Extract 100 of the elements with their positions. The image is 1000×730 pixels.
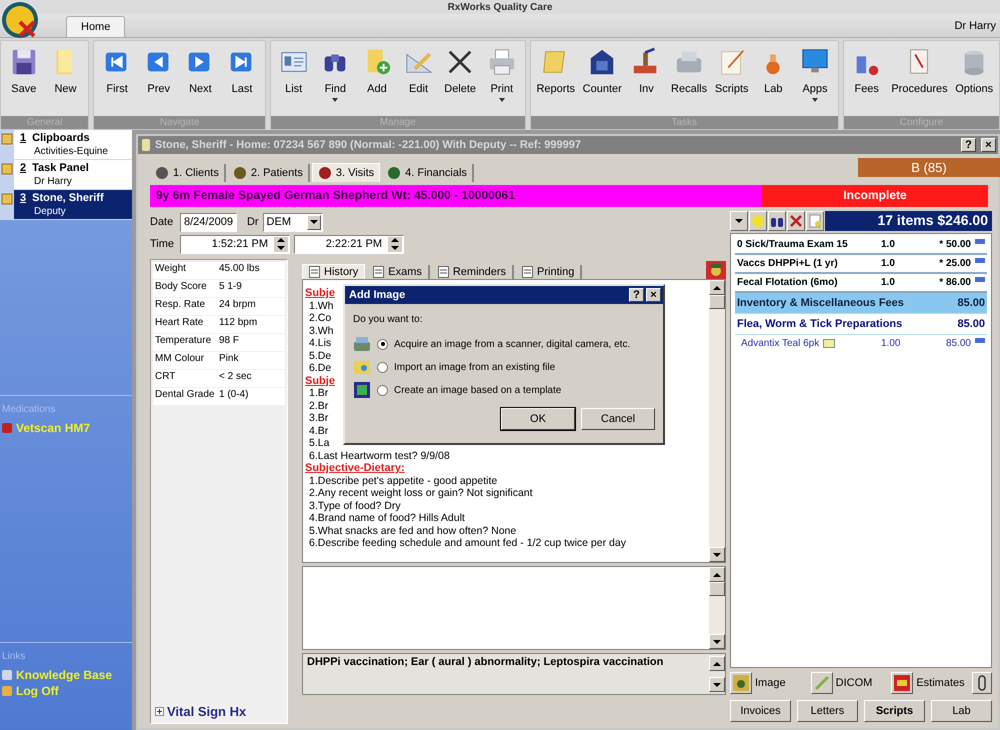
date-label: Date — [150, 216, 174, 228]
caret-icon[interactable] — [498, 98, 505, 102]
scroll-bar[interactable] — [709, 654, 725, 694]
ribbon-button-label[interactable]: Fees — [854, 83, 879, 95]
ribbon-button-label[interactable]: Procedures — [891, 83, 948, 95]
radio-button[interactable] — [377, 362, 388, 372]
tool-button[interactable] — [730, 672, 752, 694]
ribbon-button-label[interactable]: Inv — [639, 83, 654, 95]
action-button[interactable]: Letters — [797, 700, 858, 722]
option-label[interactable]: Acquire an image from a scanner, digital camera, etc. — [394, 338, 630, 350]
tab[interactable]: History — [302, 264, 366, 279]
dialog-prompt: Do you want to: — [352, 313, 424, 327]
ribbon-button-label[interactable]: Add — [367, 83, 387, 95]
close-button[interactable]: × — [646, 288, 661, 302]
vital-history-link[interactable]: Vital Sign Hx — [167, 704, 246, 719]
action-button[interactable]: Invoices — [730, 700, 791, 722]
date-field[interactable]: 8/24/2009 — [180, 212, 237, 232]
vital-label: Body Score — [155, 281, 208, 292]
action-button[interactable]: Lab — [931, 700, 992, 722]
ribbon-button-label[interactable]: Reports — [536, 83, 576, 95]
tool-button-label[interactable]: Image — [755, 677, 786, 689]
close-button[interactable]: × — [981, 138, 996, 152]
ribbon-button-label[interactable]: Last — [232, 83, 252, 95]
invoice-row[interactable]: Vaccs DHPPi+L (1 yr) 1.0 * 25.00 — [735, 255, 987, 274]
caret-icon[interactable] — [332, 98, 338, 102]
item-subtitle: Dr Harry — [33, 176, 73, 187]
ribbon-button-label[interactable]: Recalls — [671, 83, 708, 95]
text-line: 2.Br — [309, 400, 328, 412]
invoice-row[interactable]: Advantix Teal 6pk 1.00 85.00 — [735, 335, 987, 352]
tab[interactable]: 1. Clients — [150, 164, 226, 182]
sidebar-item[interactable]: 1 Clipboards Activities-Equine — [0, 130, 132, 160]
vital-value: < 2 sec — [219, 371, 253, 382]
score-badge: B (85) — [858, 158, 1000, 177]
radio-button[interactable] — [377, 384, 388, 396]
camera-flash-icon[interactable] — [706, 261, 726, 279]
tool-button-label[interactable]: DICOM — [836, 677, 872, 689]
item-title: Stone, Sheriff — [32, 192, 104, 204]
ribbon-button-label[interactable]: Save — [11, 83, 36, 95]
scanner-icon — [353, 335, 371, 353]
ribbon-button-label[interactable]: Counter — [582, 83, 622, 95]
paperclip-icon — [978, 675, 986, 691]
ribbon-button-label[interactable]: Find — [324, 83, 346, 95]
tool-button[interactable] — [810, 672, 833, 694]
document-icon[interactable] — [808, 214, 822, 228]
ribbon-button-label[interactable]: Edit — [409, 83, 428, 95]
action-button[interactable]: Scripts — [864, 700, 925, 722]
help-button[interactable]: ? — [629, 288, 644, 302]
option-label[interactable]: Create an image based on a template — [394, 384, 562, 396]
time-field[interactable]: 1:52:21 PM — [180, 234, 290, 254]
ribbon-button-label[interactable]: Next — [189, 83, 212, 95]
ribbon-button-label[interactable]: Scripts — [714, 83, 749, 95]
dialog-button[interactable]: Cancel — [581, 408, 655, 430]
invoice-row[interactable]: 0 Sick/Trauma Exam 15 1.0 * 50.00 — [735, 236, 987, 255]
scroll-bar[interactable] — [709, 280, 725, 562]
ribbon-button-label[interactable]: Lab — [764, 83, 783, 95]
ribbon-button-label[interactable]: List — [285, 83, 302, 95]
vital-label: Weight — [155, 263, 187, 274]
option-label[interactable]: Import an image from an existing file — [394, 362, 556, 372]
item-number: 2 — [20, 162, 26, 174]
dialog-button[interactable]: OK — [501, 408, 575, 430]
invoice-row[interactable]: Flea, Worm & Tick Preparations 85.00 — [735, 314, 987, 335]
caret-icon[interactable] — [812, 98, 818, 102]
help-button[interactable]: ? — [961, 138, 976, 152]
vital-value: 45.00 lbs — [219, 263, 261, 274]
text-line: 1.Wh — [309, 300, 334, 312]
pen-icon — [814, 675, 830, 691]
card-icon — [823, 339, 836, 348]
ribbon-button-label[interactable]: Print — [490, 83, 514, 95]
ribbon-tab[interactable]: Home — [66, 16, 126, 37]
dropdown-button[interactable] — [730, 211, 748, 231]
expand-icon[interactable] — [155, 707, 164, 716]
tool-button-label[interactable]: Estimates — [916, 677, 965, 689]
estimate-icon — [894, 675, 910, 691]
ribbon-button-label[interactable]: New — [54, 83, 76, 95]
doctor-dropdown[interactable]: DEM — [262, 212, 323, 232]
notes-text-area[interactable] — [302, 566, 726, 650]
ribbon-button-label[interactable]: Apps — [802, 83, 828, 95]
ribbon-button-label[interactable]: Delete — [444, 83, 476, 95]
sidebar-item[interactable]: 2 Task Panel Dr Harry — [0, 160, 132, 190]
tab[interactable]: 4. Financials — [382, 164, 474, 182]
ribbon-button-label[interactable]: Options — [955, 83, 994, 95]
dialog-title: Add Image — [349, 289, 406, 301]
delete-icon[interactable] — [789, 214, 803, 228]
ribbon-button-label[interactable]: Prev — [147, 83, 170, 95]
ribbon-button-label[interactable]: First — [106, 83, 128, 95]
attach-button[interactable] — [972, 672, 992, 694]
text-line: 3.Type of food? Dry — [309, 500, 401, 512]
text-line: 2.Any recent weight loss or gain? Not significant — [309, 487, 533, 500]
radio-button[interactable] — [377, 338, 388, 350]
sidebar-item[interactable]: 3 Stone, Sheriff Deputy — [0, 190, 132, 220]
item-title: Task Panel — [32, 162, 89, 174]
tab[interactable]: 2. Patients — [228, 164, 310, 182]
tab[interactable]: 3. Visits — [312, 163, 380, 182]
link-icon[interactable] — [2, 669, 12, 681]
scroll-bar[interactable] — [709, 567, 725, 649]
tool-button[interactable] — [891, 672, 914, 694]
invoice-row[interactable]: Inventory & Miscellaneous Fees 85.00 — [735, 293, 987, 314]
time-field[interactable]: 2:22:21 PM — [294, 234, 404, 254]
document-icon — [309, 266, 320, 278]
diagnosis-field[interactable]: DHPPi vaccination; Ear ( aural ) abnormality; Leptospira vaccination — [302, 653, 726, 695]
